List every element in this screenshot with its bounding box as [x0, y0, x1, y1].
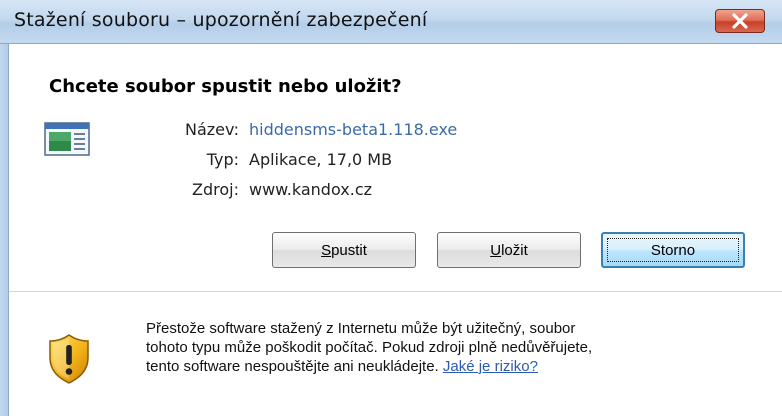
save-button-label: ložit [501, 241, 528, 259]
dialog-heading: Chcete soubor spustit nebo uložit? [49, 76, 402, 97]
source-label: Zdroj: [192, 180, 239, 199]
warning-line-2: tohoto typu může poškodit počítač. Pokud… [146, 339, 593, 356]
file-type-value: Aplikace, 17,0 MB [249, 150, 393, 169]
title-bar[interactable]: Stažení souboru – upozornění zabezpečení [0, 0, 782, 44]
download-security-dialog: Stažení souboru – upozornění zabezpečení… [0, 0, 782, 416]
run-access-key: S [321, 241, 332, 259]
dialog-content: Chcete soubor spustit nebo uložit? Název… [9, 44, 782, 416]
risk-help-link[interactable]: Jaké je riziko? [443, 358, 538, 375]
window-title: Stažení souboru – upozornění zabezpečení [14, 9, 428, 31]
close-button[interactable] [715, 9, 765, 33]
type-label: Typ: [206, 150, 239, 169]
window-frame-left [0, 44, 9, 416]
application-file-icon [44, 122, 90, 156]
save-access-key: U [490, 241, 502, 259]
warning-panel: Přestože software stažený z Internetu mů… [9, 292, 782, 416]
save-button[interactable]: Uložit [437, 232, 581, 268]
warning-message: Přestože software stažený z Internetu mů… [146, 319, 776, 376]
run-button[interactable]: Spustit [272, 232, 416, 268]
warning-line-3-text: tento software nespouštějte ani neukláde… [146, 358, 443, 375]
name-label: Název: [185, 120, 239, 139]
cancel-button-label: Storno [650, 241, 696, 259]
run-button-label: pustit [331, 241, 367, 259]
close-icon [732, 13, 748, 29]
security-warning-shield-icon [49, 334, 89, 384]
cancel-button[interactable]: Storno [601, 232, 745, 268]
warning-line-3: tento software nespouštějte ani neukláde… [146, 357, 776, 376]
file-name-value[interactable]: hiddensms-beta1.118.exe [249, 120, 457, 139]
file-source-value: www.kandox.cz [249, 180, 373, 199]
warning-line-1: Přestože software stažený z Internetu mů… [146, 320, 576, 337]
